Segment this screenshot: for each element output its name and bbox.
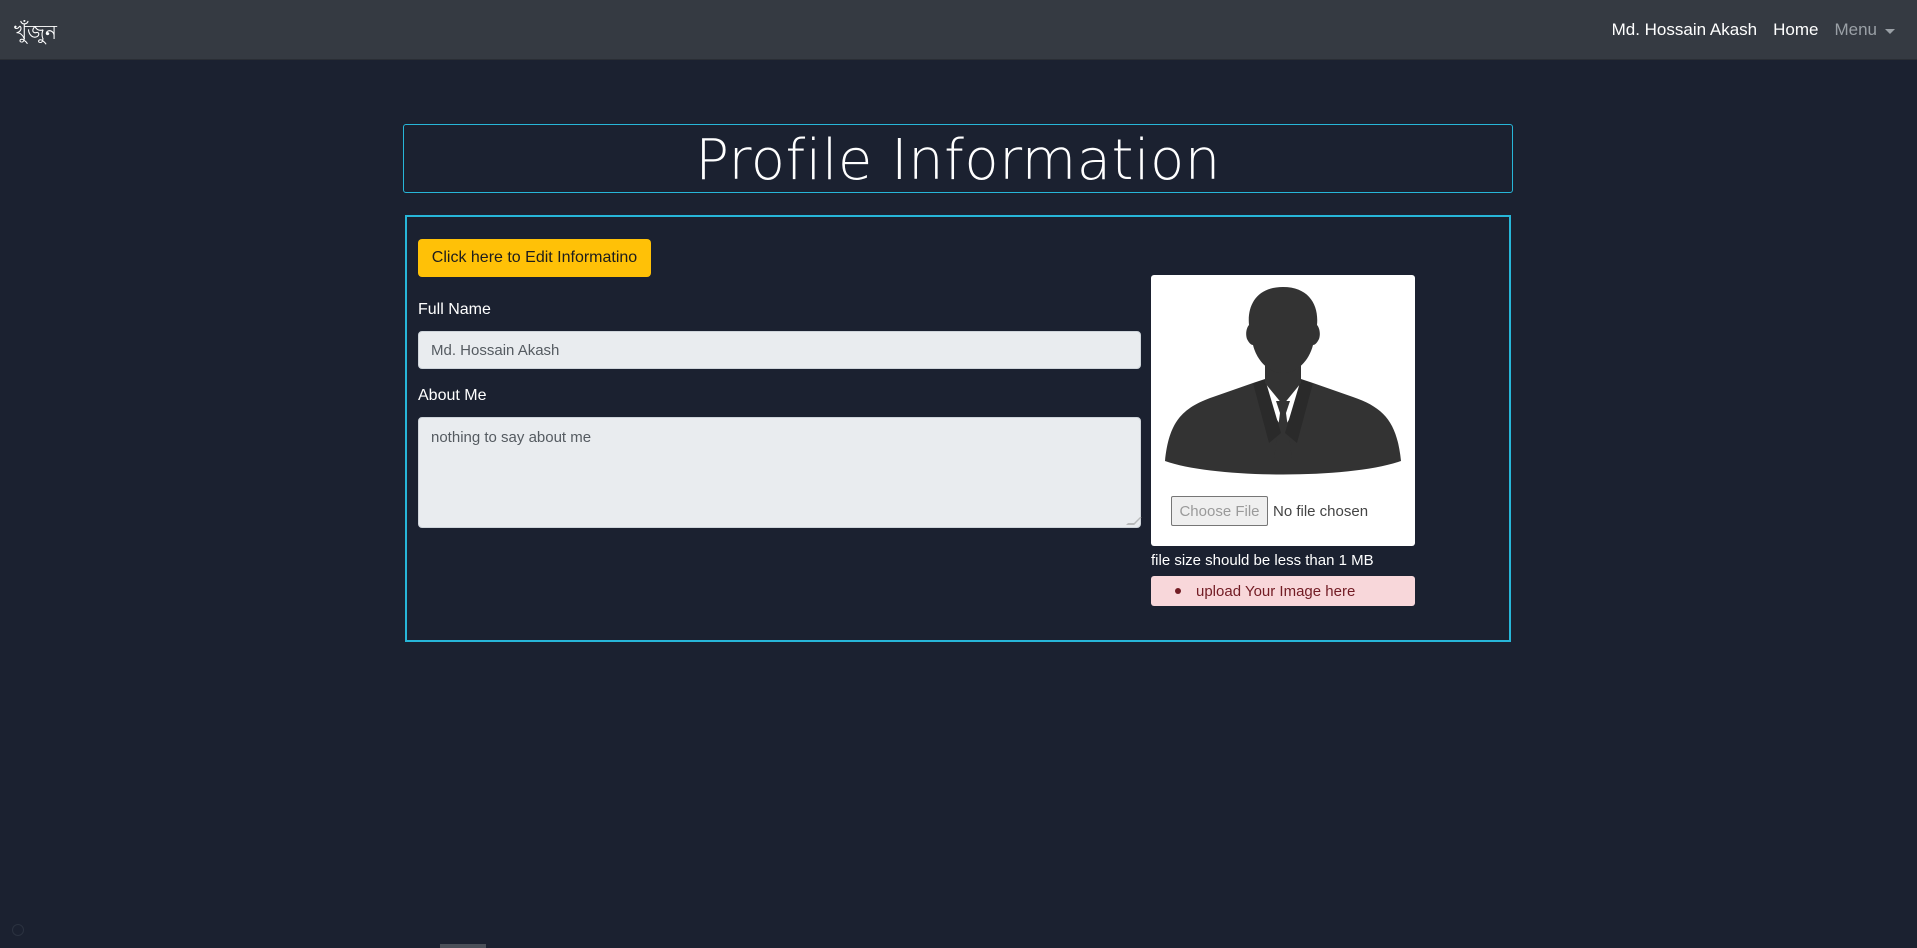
nav-menu-dropdown[interactable]: Menu [1834, 20, 1895, 40]
corner-indicator-icon [12, 924, 24, 936]
profile-card: Click here to Edit Informatino Full Name… [405, 215, 1511, 642]
nav-user-name[interactable]: Md. Hossain Akash [1612, 20, 1758, 40]
scrollbar-thumb[interactable] [440, 944, 486, 948]
about-me-textarea[interactable]: nothing to say about me [418, 417, 1142, 528]
file-size-note: file size should be less than 1 MB [1151, 552, 1374, 569]
full-name-label: Full Name [418, 301, 491, 318]
person-silhouette-icon [1165, 287, 1401, 475]
navbar: খুঁজুন Md. Hossain Akash Home Menu [0, 0, 1917, 60]
edit-information-button[interactable]: Click here to Edit Informatino [418, 239, 651, 277]
nav-home-link[interactable]: Home [1773, 20, 1818, 40]
resize-handle-icon[interactable] [1126, 517, 1142, 525]
nav-menu-label: Menu [1834, 20, 1877, 39]
about-me-text: nothing to say about me [431, 429, 592, 446]
page-title-box: Profile Information [403, 124, 1513, 193]
file-input: Choose File No file chosen [1171, 496, 1368, 526]
no-file-text: No file chosen [1273, 502, 1369, 520]
brand-logo[interactable]: খুঁজুন [14, 18, 57, 51]
full-name-input[interactable]: Md. Hossain Akash [418, 331, 1141, 369]
page-title: Profile Information [695, 127, 1221, 193]
upload-alert-text: upload Your Image here [1196, 582, 1356, 600]
nav-links: Md. Hossain Akash Home Menu [1612, 20, 1895, 40]
chevron-down-icon [1885, 28, 1895, 34]
bullet-icon [1175, 588, 1181, 594]
about-me-label: About Me [418, 387, 487, 404]
choose-file-button[interactable]: Choose File [1171, 496, 1268, 526]
upload-alert: upload Your Image here [1151, 576, 1415, 606]
profile-photo-panel: Choose File No file chosen [1151, 275, 1415, 546]
